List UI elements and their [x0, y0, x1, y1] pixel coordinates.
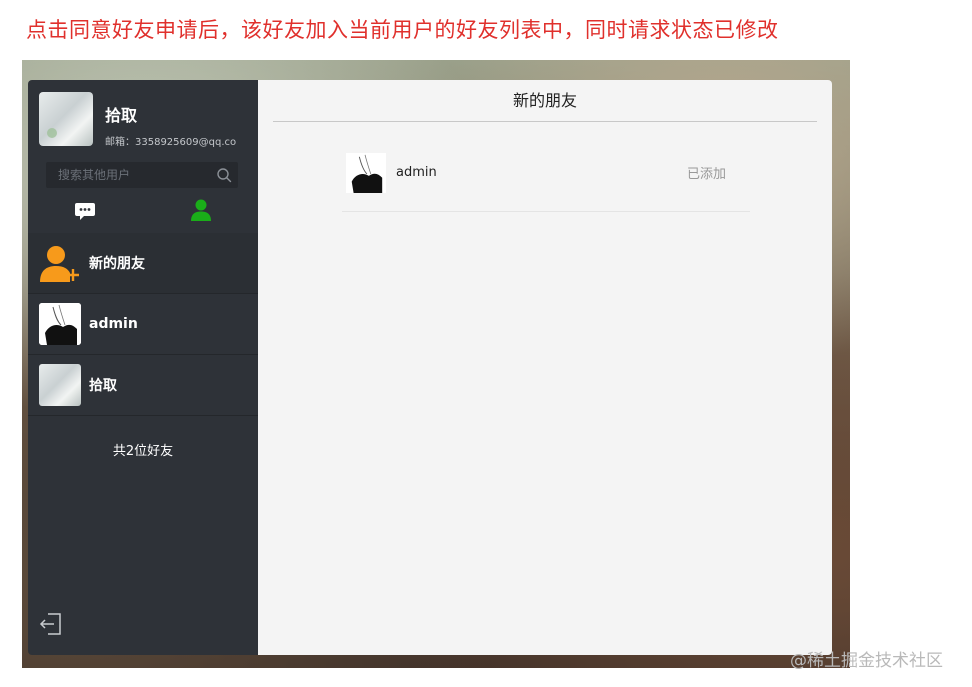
friend-request-row: admin 已添加	[342, 142, 750, 212]
user-icon[interactable]	[190, 198, 212, 222]
sidebar-item-new-friends[interactable]: 新的朋友	[28, 233, 258, 294]
chat-app-window: 拾取 邮箱：3358925609@qq.co 搜索其他用户 新的朋友 admin…	[28, 80, 832, 655]
avatar[interactable]	[346, 152, 386, 193]
annotation-caption: 点击同意好友申请后，该好友加入当前用户的好友列表中，同时请求状态已修改	[26, 18, 779, 42]
logout-icon[interactable]	[38, 611, 64, 637]
avatar	[39, 364, 81, 406]
main-panel: 新的朋友 admin 已添加	[258, 80, 832, 655]
search-box	[46, 162, 238, 188]
request-status-badge: 已添加	[686, 167, 726, 182]
user-email: 邮箱：3358925609@qq.co	[105, 137, 237, 148]
chat-bubble-icon[interactable]	[74, 200, 96, 222]
avatar	[39, 303, 81, 345]
request-username: admin	[396, 165, 437, 180]
search-input[interactable]	[56, 167, 210, 183]
username: 拾取	[105, 106, 138, 125]
sidebar-item-label: admin	[89, 316, 138, 332]
current-user-profile: 拾取 邮箱：3358925609@qq.co	[39, 92, 236, 148]
search-icon[interactable]	[216, 167, 232, 183]
avatar[interactable]	[39, 92, 93, 146]
sidebar-item-admin[interactable]: admin	[28, 294, 258, 355]
page-title: 新的朋友	[273, 80, 817, 122]
sidebar-item-label: 拾取	[89, 378, 117, 394]
add-friend-icon	[39, 242, 81, 284]
sidebar-tabs	[28, 198, 258, 226]
friend-count: 共2位好友	[112, 444, 174, 459]
sidebar-item-user[interactable]: 拾取	[28, 355, 258, 416]
sidebar-item-label: 新的朋友	[89, 256, 145, 272]
sidebar: 拾取 邮箱：3358925609@qq.co 搜索其他用户 新的朋友 admin…	[28, 80, 258, 655]
contact-list: 新的朋友 admin 拾取	[28, 233, 258, 416]
watermark: @稀土掘金技术社区	[790, 651, 943, 671]
